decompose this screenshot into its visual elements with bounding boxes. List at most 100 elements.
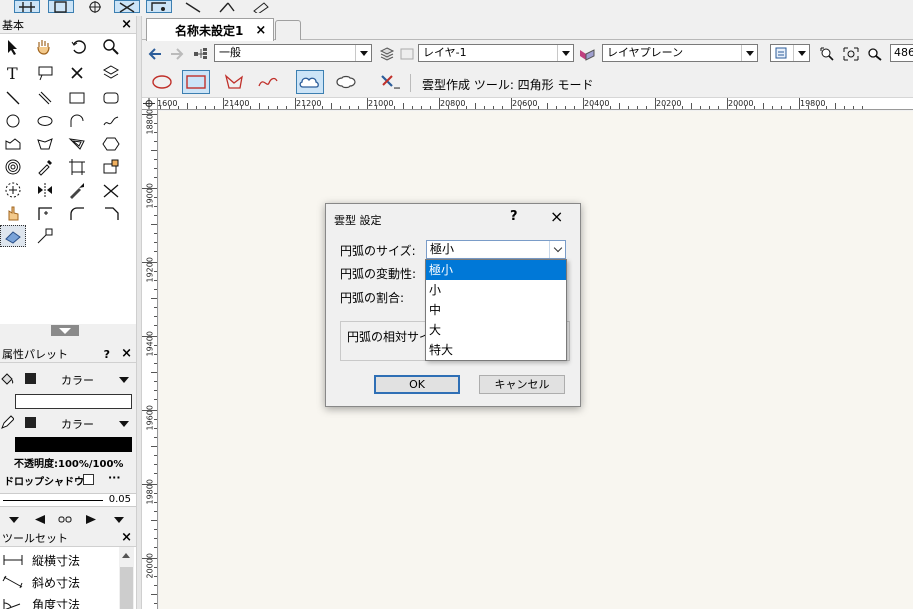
layer-plane-select[interactable]: レイヤプレーン [602, 44, 758, 62]
class-select[interactable]: 一般 [214, 44, 372, 62]
chamfer-icon[interactable] [98, 202, 124, 224]
chevron-up-icon[interactable] [122, 553, 130, 558]
attribute-mapping-icon[interactable] [98, 156, 124, 178]
close-icon[interactable]: × [255, 23, 266, 38]
trim-icon[interactable] [98, 179, 124, 201]
fit-icon[interactable] [146, 0, 172, 13]
magnifier-icon[interactable] [866, 45, 884, 63]
cloud-smooth-icon[interactable] [332, 70, 360, 94]
fill-preview[interactable] [15, 394, 132, 409]
chevron-down-icon[interactable] [557, 45, 573, 61]
chevron-down-icon[interactable] [741, 45, 757, 61]
zoom-input[interactable]: 486 [890, 44, 913, 62]
layer-stack-icon[interactable] [378, 45, 396, 63]
dropdown-option[interactable]: 大 [426, 320, 566, 340]
cancel-button[interactable]: キャンセル [479, 375, 565, 394]
more-button[interactable]: ··· [108, 471, 121, 484]
rectangle-icon[interactable] [64, 87, 90, 109]
chevron-down-icon[interactable] [9, 517, 19, 523]
vertical-ruler[interactable]: 18800 19000 19200 19400 19600 19800 20000 [142, 110, 158, 609]
pen-color-swatch[interactable] [25, 417, 36, 428]
corner-offset-icon[interactable] [32, 202, 58, 224]
rounded-rectangle-icon[interactable] [98, 87, 124, 109]
crosshair-icon[interactable] [82, 0, 108, 13]
select-tool-icon[interactable] [114, 0, 140, 13]
hexagon-icon[interactable] [98, 133, 124, 155]
tool-settings-icon[interactable] [376, 70, 404, 94]
circle-icon[interactable] [0, 110, 26, 132]
help-button[interactable]: ? [510, 209, 518, 224]
x-mark-icon[interactable] [64, 62, 90, 84]
polygon-mode-icon[interactable] [220, 70, 248, 94]
polygon-arc-icon[interactable] [0, 133, 26, 155]
pen-preview[interactable] [15, 437, 132, 452]
eyedropper-icon[interactable] [32, 156, 58, 178]
toolset-scroll-thumb[interactable] [120, 567, 133, 609]
dashed-circle-icon[interactable] [0, 179, 26, 201]
horizontal-ruler[interactable]: 2160021400212002100020800206002040020200… [158, 98, 913, 110]
text-tool-icon[interactable]: T [0, 62, 26, 84]
eraser-cloud-icon[interactable] [0, 225, 26, 247]
spiral-icon[interactable] [0, 156, 26, 178]
line-weight-row[interactable]: 0.05 [0, 493, 136, 507]
class-hierarchy-icon[interactable] [192, 45, 210, 63]
layer-options-icon[interactable] [398, 45, 416, 63]
link-icon[interactable] [58, 515, 72, 524]
chevron-down-icon[interactable] [549, 241, 565, 258]
ruler-origin[interactable] [142, 98, 158, 110]
pan-hand-icon[interactable] [30, 36, 56, 58]
fillet-icon[interactable] [64, 202, 90, 224]
ellipse-icon[interactable] [32, 110, 58, 132]
freehand-icon[interactable] [98, 110, 124, 132]
arc-icon[interactable] [64, 110, 90, 132]
rectangle-mode-icon[interactable] [182, 70, 210, 94]
dropdown-option[interactable]: 小 [426, 280, 566, 300]
close-icon[interactable]: × [121, 346, 132, 362]
toolset-item-oblique-dimension[interactable]: 斜め寸法 [0, 571, 118, 593]
dropdown-option[interactable]: 中 [426, 300, 566, 320]
layer-plane-icon[interactable] [578, 45, 596, 63]
chevron-down-icon[interactable] [119, 377, 129, 383]
knife-icon[interactable] [64, 179, 90, 201]
chevron-down-icon[interactable] [119, 421, 129, 427]
dropdown-option[interactable]: 特大 [426, 340, 566, 360]
zoom-fit-icon[interactable] [818, 45, 836, 63]
arrow-end-icon[interactable] [86, 515, 96, 524]
toolset-item-angle-dimension[interactable]: 角度寸法 [0, 593, 118, 609]
document-tab[interactable]: 名称未設定1 × [146, 18, 274, 41]
callout-icon[interactable] [33, 62, 59, 84]
layer-select[interactable]: レイヤ-1 [418, 44, 574, 62]
rotate-view-icon[interactable] [66, 36, 92, 58]
zoom-icon[interactable] [98, 36, 124, 58]
mirror-icon[interactable] [32, 179, 58, 201]
stack-layers-icon[interactable] [98, 62, 124, 84]
marker-icon[interactable] [248, 0, 274, 13]
new-tab-button[interactable] [275, 20, 301, 40]
double-polygon-icon[interactable] [64, 133, 90, 155]
back-arrow-icon[interactable] [146, 45, 164, 63]
chevron-down-icon[interactable] [114, 517, 124, 523]
close-icon[interactable]: × [121, 530, 132, 546]
double-line-icon[interactable] [32, 87, 58, 109]
clip-cursor-icon[interactable] [32, 225, 58, 247]
arrow-select-icon[interactable] [0, 36, 26, 58]
arc-size-select[interactable]: 極小 [426, 240, 566, 259]
ok-button[interactable]: OK [374, 375, 460, 394]
render-mode-select[interactable] [770, 44, 810, 62]
close-icon[interactable]: × [121, 17, 132, 33]
grid-snap-icon[interactable] [14, 0, 40, 13]
tool-palette-scroll[interactable] [0, 324, 136, 338]
toolset-item-linear-dimension[interactable]: 縦横寸法 [0, 549, 118, 571]
hand-pointer-icon[interactable] [0, 202, 26, 224]
polyline-icon[interactable] [32, 133, 58, 155]
line-tool-icon[interactable] [180, 0, 206, 13]
close-icon[interactable]: × [550, 207, 563, 226]
cloud-outline-icon[interactable] [296, 70, 324, 94]
forward-arrow-icon[interactable] [168, 45, 186, 63]
line-icon[interactable] [0, 87, 26, 109]
drop-shadow-checkbox[interactable] [83, 474, 94, 485]
chevron-down-icon[interactable] [793, 45, 809, 61]
dropdown-option[interactable]: 極小 [426, 260, 566, 280]
pen-tool-icon[interactable] [214, 0, 240, 13]
toolset-scrollbar[interactable] [119, 547, 134, 609]
